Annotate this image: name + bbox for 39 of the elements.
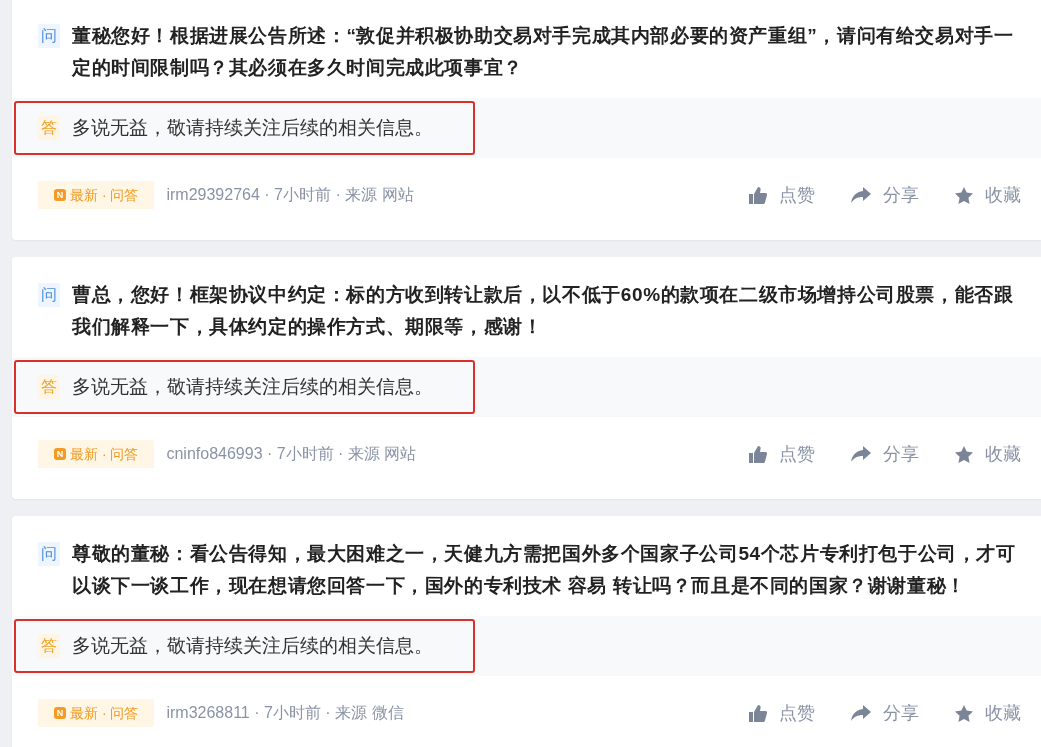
answer-text: 多说无益，敬请持续关注后续的相关信息。 — [72, 633, 433, 658]
share-arrow-icon — [851, 705, 871, 721]
question-text: 董秘您好！根据进展公告所述：“敦促并积极协助交易对手完成其内部必要的资产重组”，请问有给交易对手一定的时间限制吗？其必须在多久时间完成此项事宜？ — [72, 24, 1015, 80]
star-icon — [955, 186, 973, 204]
answer-tag: 答 — [38, 375, 60, 399]
share-button[interactable]: 分享 — [851, 699, 919, 727]
post-meta: irm29392764 · 7小时前 · 来源 网站 — [166, 185, 414, 205]
new-badge-icon: N — [54, 189, 66, 201]
question-tag: 问 — [38, 24, 60, 48]
like-button[interactable]: 点赞 — [749, 440, 815, 468]
post-meta: cninfo846993 · 7小时前 · 来源 网站 — [166, 444, 417, 464]
star-icon — [955, 704, 973, 722]
share-arrow-icon — [851, 446, 871, 462]
share-button[interactable]: 分享 — [851, 440, 919, 468]
question-tag: 问 — [38, 542, 60, 566]
star-icon — [955, 445, 973, 463]
thumbs-up-icon — [749, 445, 767, 463]
new-badge-icon: N — [54, 448, 66, 460]
question-tag: 问 — [38, 283, 60, 307]
post-meta: irm3268811 · 7小时前 · 来源 微信 — [166, 703, 404, 723]
thumbs-up-icon — [749, 186, 767, 204]
share-arrow-icon — [851, 187, 871, 203]
category-badge: N 最新 · 问答 — [38, 440, 155, 468]
like-button[interactable]: 点赞 — [749, 181, 815, 209]
category-badge: N 最新 · 问答 — [38, 699, 155, 727]
favorite-button[interactable]: 收藏 — [955, 440, 1021, 468]
new-badge-icon: N — [54, 707, 66, 719]
question-text: 尊敬的董秘：看公告得知，最大困难之一，天健九方需把国外多个国家子公司54个芯片专利打包于公司，才可以谈下一谈工作，现在想请您回答一下，国外的专利技术 容易 转让吗？而且是不同的国家？谢谢董秘！ — [72, 542, 1017, 598]
favorite-button[interactable]: 收藏 — [955, 699, 1021, 727]
question-text: 曹总，您好！框架协议中约定：标的方收到转让款后，以不低于60%的款项在二级市场增持公司股票，能否跟我们解释一下，具体约定的操作方式、期限等，感谢！ — [72, 283, 1015, 339]
answer-tag: 答 — [38, 116, 60, 140]
category-badge: N 最新 · 问答 — [38, 181, 155, 209]
answer-tag: 答 — [38, 634, 60, 658]
thumbs-up-icon — [749, 704, 767, 722]
favorite-button[interactable]: 收藏 — [955, 181, 1021, 209]
answer-text: 多说无益，敬请持续关注后续的相关信息。 — [72, 374, 433, 399]
share-button[interactable]: 分享 — [851, 181, 919, 209]
answer-text: 多说无益，敬请持续关注后续的相关信息。 — [72, 115, 433, 140]
like-button[interactable]: 点赞 — [749, 699, 815, 727]
